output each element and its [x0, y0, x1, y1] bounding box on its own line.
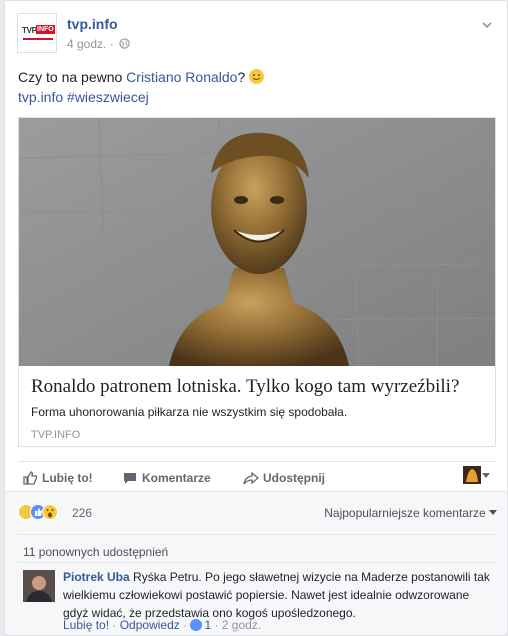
- logo-text-tvp: TVP: [22, 26, 37, 35]
- sort-label: Najpopularniejsze komentarze: [324, 506, 486, 520]
- post-card: TVP INFO tvp.info 4 godz. · Czy to na pe…: [4, 0, 508, 636]
- comment-like-count[interactable]: 1: [204, 618, 211, 632]
- profile-selector-avatar[interactable]: [463, 466, 481, 484]
- shares-link[interactable]: 11 ponownych udostępnień: [23, 545, 168, 559]
- preview-description: Forma uhonorowania piłkarza nie wszystki…: [31, 405, 348, 419]
- chevron-down-icon[interactable]: [481, 472, 491, 480]
- smiley-icon: [249, 69, 265, 84]
- preview-title[interactable]: Ronaldo patronem lotniska. Tylko kogo ta…: [31, 376, 459, 398]
- comment-label: Komentarze: [142, 471, 211, 485]
- mention-link[interactable]: Cristiano Ronaldo: [126, 69, 237, 85]
- link-preview[interactable]: Ronaldo patronem lotniska. Tylko kogo ta…: [18, 117, 496, 447]
- divider: [18, 534, 496, 535]
- like-label: Lubię to!: [42, 471, 93, 485]
- comment-icon: [124, 473, 136, 484]
- logo-bar: [23, 38, 53, 40]
- site-link[interactable]: tvp.info: [18, 89, 63, 105]
- wow-icon: [42, 504, 58, 520]
- commenter-avatar[interactable]: [23, 570, 55, 602]
- comment-time[interactable]: 2 godz.: [222, 618, 261, 632]
- post-text: Czy to na pewno Cristiano Ronaldo? tvp.i…: [18, 67, 488, 107]
- like-icon: [190, 619, 203, 631]
- chevron-down-icon[interactable]: [481, 19, 493, 31]
- comment-sort-dropdown[interactable]: Najpopularniejsze komentarze: [324, 506, 497, 520]
- comment-actions: Lubię to! · Odpowiedz · 1 · 2 godz.: [63, 618, 262, 632]
- post-text-prefix: Czy to na pewno: [18, 69, 127, 85]
- divider: [18, 562, 496, 563]
- page-avatar[interactable]: TVP INFO: [17, 13, 57, 53]
- share-icon: [243, 471, 259, 485]
- page-name[interactable]: tvp.info: [67, 16, 118, 32]
- globe-icon: [119, 38, 130, 49]
- logo-text-info: INFO: [36, 25, 55, 34]
- post-header: TVP INFO tvp.info 4 godz. ·: [17, 13, 495, 57]
- post-meta: 4 godz. ·: [67, 37, 130, 51]
- comment-body: Piotrek Uba Ryśka Petru. Po jego sławetn…: [63, 568, 493, 622]
- comment-author[interactable]: Piotrek Uba: [63, 570, 130, 584]
- comment-like-link[interactable]: Lubię to!: [63, 618, 109, 632]
- hashtag-link[interactable]: #wieszwiecej: [67, 89, 149, 105]
- action-bar: Lubię to! Komentarze Udostępnij: [18, 461, 496, 491]
- preview-domain: TVP.INFO: [31, 429, 81, 441]
- chevron-down-icon: [489, 510, 497, 515]
- thumbs-up-icon: [23, 471, 38, 485]
- feedback-section: 226 Najpopularniejsze komentarze 11 pono…: [5, 491, 507, 635]
- post-text-suffix: ?: [237, 69, 250, 85]
- share-label: Udostępnij: [263, 471, 325, 485]
- preview-image[interactable]: [19, 118, 495, 366]
- post-time[interactable]: 4 godz. ·: [67, 37, 114, 51]
- comment-reply-link[interactable]: Odpowiedz: [120, 618, 180, 632]
- reaction-count[interactable]: 226: [72, 506, 92, 520]
